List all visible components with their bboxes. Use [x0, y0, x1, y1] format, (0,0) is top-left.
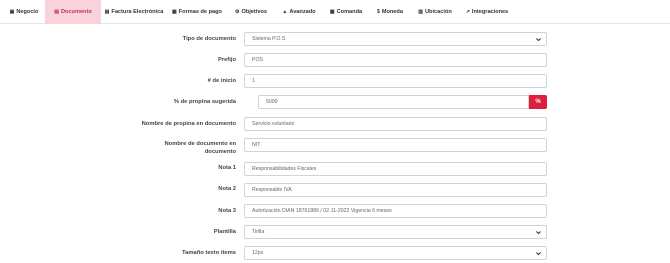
nota2-input[interactable]: Responsable IVA [244, 183, 547, 197]
inicio-label: # de inicio [207, 78, 236, 84]
tipo-documento-label: Tipo de documento [182, 36, 236, 42]
tab-label: Integraciones [471, 9, 509, 15]
document-settings-form: Tipo de documento Sistema P.O.S Prefijo … [0, 24, 670, 263]
chevron-down-icon [536, 231, 541, 235]
dollar-icon: $ [377, 9, 380, 15]
payment-icon: ▦ [172, 9, 177, 15]
invoice-icon: ▤ [104, 9, 110, 15]
nombre-propina-input[interactable]: Servicio voluntario [244, 117, 547, 131]
tipo-documento-select[interactable]: Sistema P.O.S [244, 32, 547, 46]
nota1-value: Responsabilidades Fiscales [252, 166, 317, 172]
nota2-value: Responsable IVA [252, 187, 292, 193]
propina-label: % de propina sugerida [173, 99, 236, 105]
tamano-value: 12px [252, 250, 264, 256]
tab-comanda[interactable]: ▩ Comanda [326, 0, 366, 24]
plantilla-select[interactable]: Tirilla [244, 225, 547, 239]
tab-label: Documento [60, 9, 92, 15]
nota3-label: Nota 3 [218, 208, 236, 214]
percent-addon: % [529, 95, 547, 109]
nombre-documento-label-line1: Nombre de documento en [164, 141, 236, 147]
inicio-value: 1 [252, 78, 255, 84]
tab-ubicacion[interactable]: ▥ Ubicación [417, 0, 453, 24]
propina-input[interactable]: 5000 [258, 95, 529, 109]
chevron-down-icon [536, 252, 541, 256]
tab-factura-electronica[interactable]: ▤ Factura Electrónica [104, 0, 164, 24]
business-icon: ▣ [9, 9, 15, 15]
tab-label: Avanzado [289, 9, 316, 15]
location-icon: ▥ [418, 9, 423, 15]
nombre-documento-label-line2: documento [204, 149, 236, 155]
nota1-input[interactable]: Responsabilidades Fiscales [244, 162, 547, 176]
plantilla-label: Plantilla [213, 229, 236, 235]
nombre-documento-value: NIT [252, 142, 261, 148]
nota3-input[interactable]: Autorización DIAN 18761889 / 02-11-2022 … [244, 204, 547, 218]
tab-label: Ubicación [425, 9, 452, 15]
nombre-documento-input[interactable]: NIT [244, 138, 547, 152]
nombre-propina-label: Nombre de propina en documento [141, 121, 236, 127]
printer-icon: ▩ [329, 9, 335, 15]
tab-documento[interactable]: ▤ Documento [45, 0, 101, 24]
gear-icon: ⚙ [235, 9, 240, 15]
tab-label: Comanda [336, 9, 363, 15]
settings-tabs: ▣ Negocio ▤ Documento ▤ Factura Electrón… [0, 0, 670, 24]
tipo-documento-value: Sistema P.O.S [252, 36, 286, 42]
propina-value: 5000 [266, 99, 278, 105]
nota3-value: Autorización DIAN 18761889 / 02-11-2022 … [252, 208, 392, 214]
tab-label: Formas de pago [178, 9, 222, 15]
tab-label: Negocio [16, 9, 39, 15]
chevron-down-icon [536, 38, 541, 42]
tamano-select[interactable]: 12px [244, 246, 547, 260]
prefijo-input[interactable]: POS [244, 53, 547, 67]
tab-integraciones[interactable]: ↗ Integraciones [465, 0, 509, 24]
nota1-label: Nota 1 [218, 165, 236, 171]
nombre-propina-value: Servicio voluntario [252, 121, 295, 127]
prefijo-label: Prefijo [217, 57, 236, 63]
inicio-input[interactable]: 1 [244, 74, 547, 88]
tab-objetivos[interactable]: ⚙ Objetivos [231, 0, 271, 24]
tamano-label: Tamaño texto items [181, 250, 236, 256]
tab-moneda[interactable]: $ Moneda [374, 0, 406, 24]
plantilla-value: Tirilla [252, 229, 265, 235]
nota2-label: Nota 2 [218, 186, 236, 192]
tab-label: Objetivos [241, 9, 267, 15]
prefijo-value: POS [252, 57, 263, 63]
tab-negocio[interactable]: ▣ Negocio [4, 0, 44, 24]
tab-label: Moneda [381, 9, 403, 15]
nombre-documento-label: Nombre de documento en documento [106, 140, 236, 156]
tab-avanzado[interactable]: ▲ Avanzado [280, 0, 318, 24]
tab-label: Factura Electrónica [111, 9, 164, 15]
tab-formas-de-pago[interactable]: ▦ Formas de pago [168, 0, 226, 24]
advanced-icon: ▲ [282, 9, 288, 15]
document-icon: ▤ [54, 9, 59, 15]
integrations-icon: ↗ [465, 9, 470, 15]
